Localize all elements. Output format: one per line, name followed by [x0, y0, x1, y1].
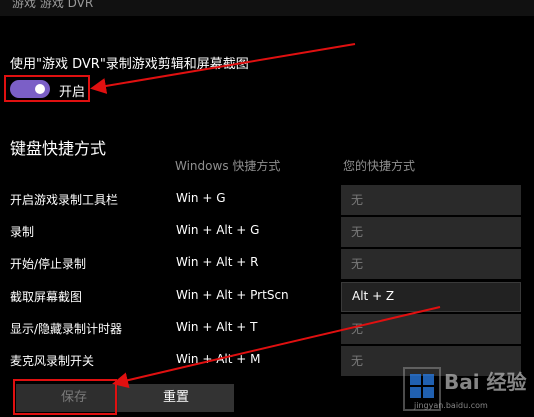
watermark-url: jingyan.baidu.com — [414, 401, 488, 410]
shortcut-default-keys: Win + Alt + PrtScn — [176, 288, 289, 302]
shortcut-action-name: 麦克风录制开关 — [10, 354, 95, 368]
annotation-box-toggle — [4, 75, 90, 102]
shortcuts-section-title: 键盘快捷方式 — [10, 139, 107, 158]
dvr-setting-label: 使用"游戏 DVR"录制游戏剪辑和屏幕截图 — [10, 57, 249, 72]
shortcut-row: 录制 Win + Alt + G 无 — [0, 217, 534, 247]
annotation-box-save — [13, 379, 117, 415]
reset-button[interactable]: 重置 — [118, 384, 234, 412]
shortcut-default-keys: Win + Alt + T — [176, 320, 258, 334]
shortcut-custom-input[interactable]: Alt + Z — [341, 282, 521, 312]
shortcut-action-name: 开启游戏录制工具栏 — [10, 193, 119, 207]
shortcut-row: 开启游戏录制工具栏 Win + G 无 — [0, 185, 534, 215]
shortcut-default-keys: Win + G — [176, 191, 226, 205]
shortcut-row: 开始/停止录制 Win + Alt + R 无 — [0, 249, 534, 279]
shortcut-action-name: 开始/停止录制 — [10, 257, 87, 271]
shortcut-action-name: 录制 — [10, 225, 35, 239]
watermark-text: Bai 经验 — [444, 370, 527, 394]
shortcut-default-keys: Win + Alt + M — [176, 352, 261, 366]
window-title: 游戏 游戏 DVR — [12, 0, 94, 10]
window-title-strip: 游戏 游戏 DVR — [0, 0, 534, 16]
shortcut-custom-input[interactable]: 无 — [341, 314, 521, 344]
shortcut-action-name: 显示/隐藏录制计时器 — [10, 322, 123, 336]
shortcut-default-keys: Win + Alt + G — [176, 223, 260, 237]
shortcut-custom-input[interactable]: 无 — [341, 249, 521, 279]
shortcut-row: 显示/隐藏录制计时器 Win + Alt + T 无 — [0, 314, 534, 344]
shortcut-action-name: 截取屏幕截图 — [10, 290, 83, 304]
column-header-windows-shortcut: Windows 快捷方式 — [175, 159, 281, 173]
shortcut-custom-input[interactable]: 无 — [341, 217, 521, 247]
column-header-your-shortcut: 您的快捷方式 — [343, 159, 416, 173]
shortcut-row: 截取屏幕截图 Win + Alt + PrtScn Alt + Z — [0, 282, 534, 312]
shortcut-default-keys: Win + Alt + R — [176, 255, 259, 269]
shortcut-custom-input[interactable]: 无 — [341, 185, 521, 215]
